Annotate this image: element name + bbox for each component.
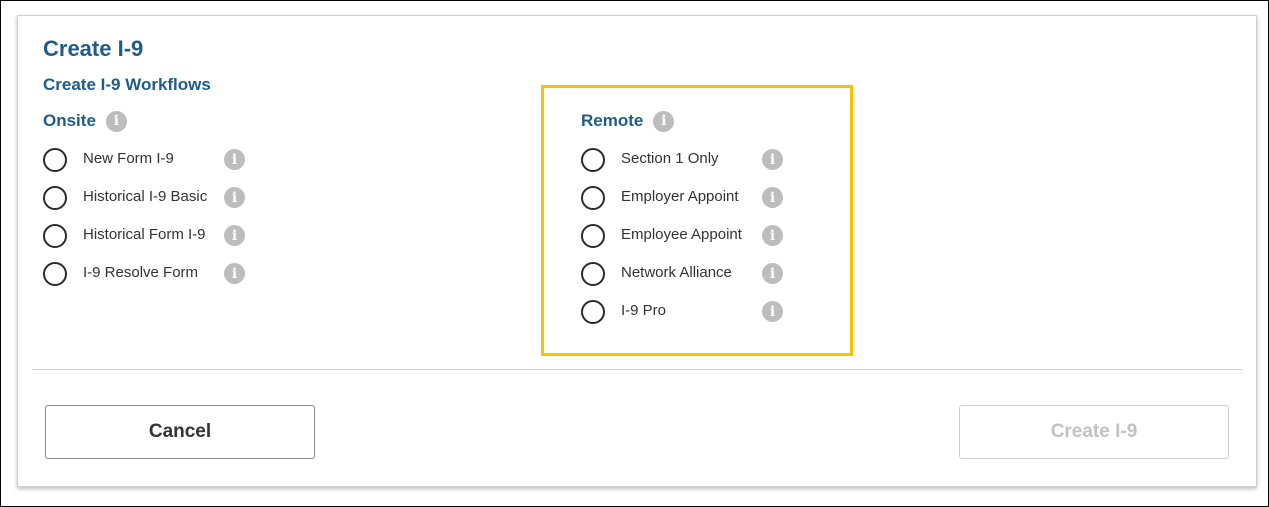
cancel-button[interactable]: Cancel <box>45 405 315 459</box>
onsite-group: Onsite i New Form I-9 i Historical I-9 B… <box>43 109 245 286</box>
create-i9-button[interactable]: Create I-9 <box>959 405 1229 459</box>
dialog-title: Create I-9 <box>43 36 144 61</box>
workflows-subtitle: Create I-9 Workflows <box>43 75 211 94</box>
info-icon[interactable]: i <box>224 263 245 284</box>
info-icon[interactable]: i <box>224 225 245 246</box>
option-new-form-i9[interactable]: New Form I-9 i <box>43 146 245 174</box>
option-historical-i9-basic[interactable]: Historical I-9 Basic i <box>43 184 245 212</box>
option-label: Historical Form I-9 <box>83 226 206 243</box>
option-label: I-9 Resolve Form <box>83 264 199 281</box>
info-icon[interactable]: i <box>224 187 245 208</box>
radio-historical-form-i9[interactable] <box>43 224 67 248</box>
remote-highlight-box <box>541 85 853 356</box>
option-i9-resolve-form[interactable]: I-9 Resolve Form i <box>43 260 245 288</box>
onsite-info-icon[interactable]: i <box>105 110 127 132</box>
option-label: Historical I-9 Basic <box>83 188 208 205</box>
radio-new-form-i9[interactable] <box>43 148 67 172</box>
option-label: New Form I-9 <box>83 150 174 167</box>
info-icon[interactable]: i <box>224 149 245 170</box>
option-historical-form-i9[interactable]: Historical Form I-9 i <box>43 222 245 250</box>
radio-i9-resolve-form[interactable] <box>43 262 67 286</box>
onsite-heading-row: Onsite i <box>43 109 127 133</box>
create-i9-dialog: Create I-9 Create I-9 Workflows Onsite i… <box>17 15 1257 487</box>
footer-divider <box>32 369 1242 370</box>
radio-historical-i9-basic[interactable] <box>43 186 67 210</box>
onsite-heading: Onsite <box>43 111 96 130</box>
